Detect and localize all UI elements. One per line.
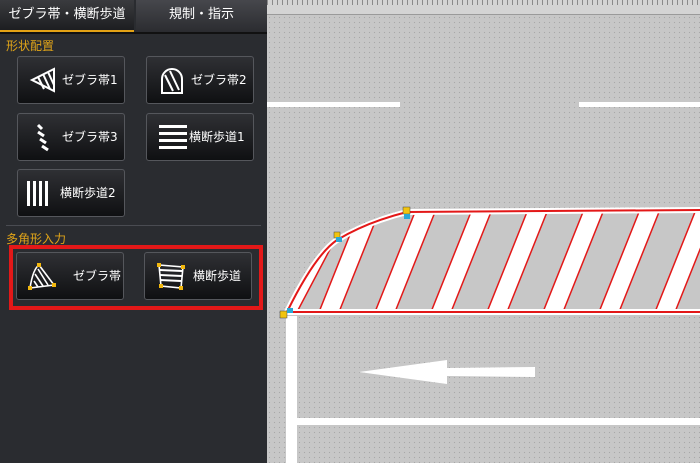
crosswalk1-label: 横断歩道1	[189, 130, 245, 144]
zebra-triangle-icon	[29, 67, 55, 93]
zebra3-label: ゼブラ帯3	[62, 130, 118, 144]
road-drawing	[267, 102, 700, 463]
section-title-shape-placement: 形状配置	[6, 39, 55, 53]
zebra1-label: ゼブラ帯1	[62, 73, 118, 87]
crosswalk1-button[interactable]: 横断歩道1	[146, 113, 254, 161]
road-edge-line	[297, 418, 700, 425]
zebra2-button[interactable]: ゼブラ帯2	[146, 56, 254, 104]
crosswalk-horizontal-icon	[159, 125, 187, 149]
zebra-diagonal-icon	[36, 123, 49, 152]
control-handle[interactable]	[402, 206, 411, 219]
polygon-input-highlight	[9, 245, 263, 310]
tab-divider	[0, 32, 267, 34]
crosswalk2-button[interactable]: 横断歩道2	[17, 169, 125, 217]
lane-marking	[267, 102, 400, 107]
crosswalk-vertical-icon	[27, 181, 48, 206]
zebra2-label: ゼブラ帯2	[191, 73, 247, 87]
drawing-canvas[interactable]	[267, 0, 700, 463]
zebra-arch-icon	[161, 68, 183, 94]
road-edge-line	[286, 316, 297, 463]
crosswalk2-label: 横断歩道2	[60, 186, 116, 200]
zebra3-button[interactable]: ゼブラ帯3	[17, 113, 125, 161]
tab-zebra-crosswalk[interactable]: ゼブラ帯・横断歩道	[0, 0, 134, 32]
zebra-zone-fill	[287, 210, 700, 312]
section-divider	[6, 225, 261, 226]
tab-regulation-instruction[interactable]: 規制・指示	[136, 0, 267, 32]
lane-marking	[579, 102, 700, 107]
tool-panel: ゼブラ帯・横断歩道 規制・指示 形状配置 ゼブラ帯1 ゼブラ帯2 ゼブラ帯3 横…	[0, 0, 267, 463]
direction-arrow	[359, 360, 535, 384]
zebra1-button[interactable]: ゼブラ帯1	[17, 56, 125, 104]
